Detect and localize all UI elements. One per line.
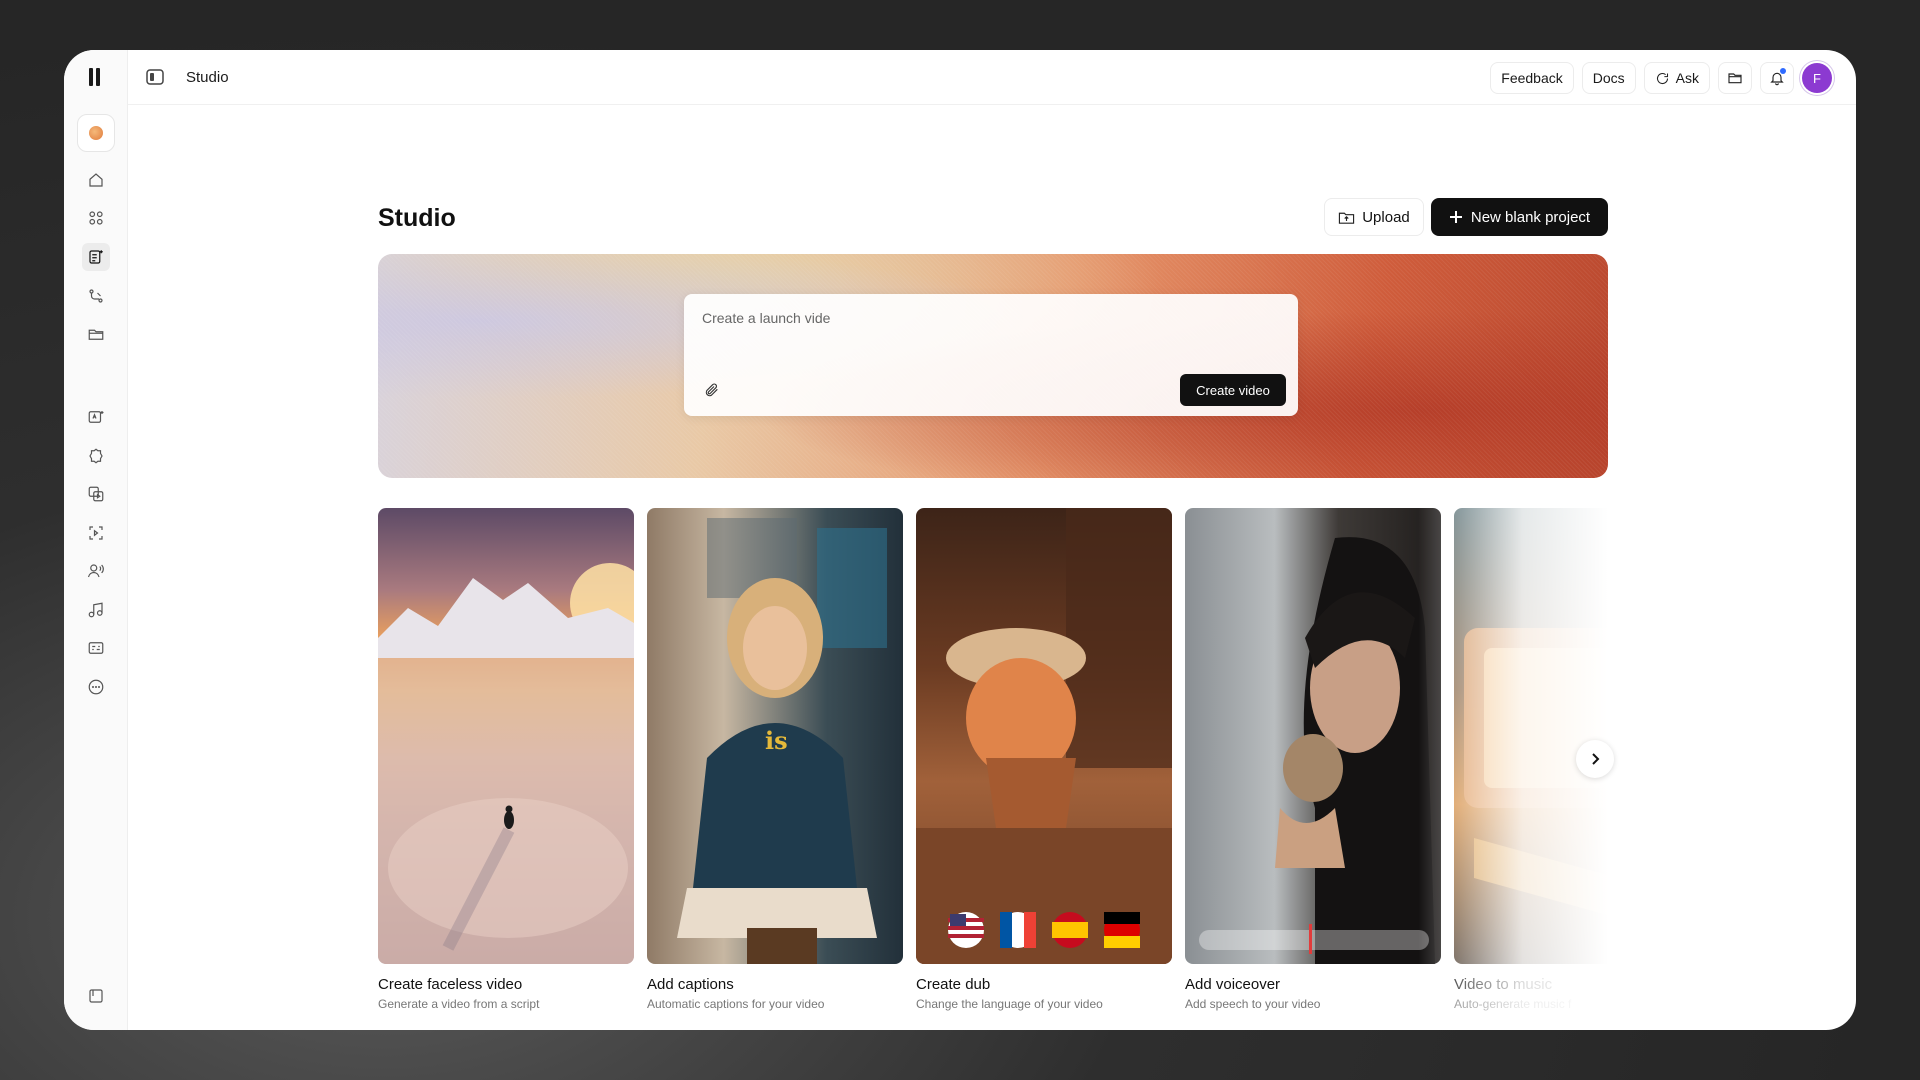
user-avatar[interactable]: F [1802,63,1832,93]
sidebar-captions-icon[interactable] [82,634,110,662]
ask-button[interactable]: Ask [1643,62,1710,94]
card-title: Create dub [916,976,991,993]
logo-icon[interactable] [89,68,103,86]
card-subtitle: Auto-generate music f [1454,997,1572,1011]
top-bar: Studio Feedback Docs Ask F [128,50,1856,105]
sidebar-music-icon[interactable] [82,596,110,624]
card-thumbnail [1185,508,1441,964]
ask-icon [1656,72,1668,84]
workspace-switcher[interactable] [77,114,115,152]
notifications-button[interactable] [1760,62,1794,94]
app-window: Studio Feedback Docs Ask F Studio Upload… [64,50,1856,1030]
upload-label: Upload [1362,208,1410,226]
sidebar-folder-icon[interactable] [82,320,110,348]
plus-icon [1449,211,1462,223]
card-title: Video to music [1454,976,1553,993]
sidebar-media-copy-icon[interactable] [82,480,110,508]
card-create-faceless-video[interactable]: Create faceless video Generate a video f… [378,508,634,1011]
chevron-right-icon [1592,753,1600,765]
new-project-label: New blank project [1470,208,1591,226]
card-subtitle: Automatic captions for your video [647,997,825,1011]
ask-label: Ask [1675,70,1699,86]
notification-dot [1780,68,1786,74]
sidebar-flow-icon[interactable] [82,282,110,310]
create-video-button[interactable]: Create video [1180,374,1286,406]
sidebar-studio-icon[interactable] [82,243,110,271]
sidebar-text-to-image-icon[interactable] [82,403,110,431]
carousel-next-button[interactable] [1576,740,1614,778]
sidebar-grid-icon[interactable] [82,204,110,232]
card-create-dub[interactable]: Create dub Change the language of your v… [916,508,1172,1011]
upload-button[interactable]: Upload [1324,198,1424,236]
card-add-voiceover[interactable]: Add voiceover Add speech to your video [1185,508,1441,1011]
sidebar-home-icon[interactable] [82,166,110,194]
template-carousel: Create faceless video Generate a video f… [378,508,1608,1018]
feedback-button[interactable]: Feedback [1490,62,1574,94]
card-thumbnail [1454,508,1608,964]
caption-overlay: is [765,726,788,755]
card-add-captions[interactable]: is Add captions Automatic captions for y… [647,508,903,1011]
prompt-box[interactable]: Create a launch vide Create video [684,294,1298,416]
docs-button[interactable]: Docs [1581,62,1636,94]
breadcrumb-title: Studio [186,69,229,86]
card-title: Add voiceover [1185,976,1281,993]
feedback-label: Feedback [1501,70,1563,86]
sidebar-more-icon[interactable] [82,673,110,701]
sidebar-scan-icon[interactable] [82,519,110,547]
card-thumbnail [916,508,1172,964]
card-thumbnail [378,508,634,964]
prompt-input[interactable]: Create a launch vide [702,310,830,326]
attach-icon[interactable] [704,382,720,398]
card-thumbnail: is [647,508,903,964]
panel-toggle-icon[interactable] [146,69,164,85]
workspace-avatar [89,126,103,140]
card-subtitle: Change the language of your video [916,997,1103,1011]
sidebar [64,50,128,1030]
card-subtitle: Add speech to your video [1185,997,1321,1011]
page-title: Studio [378,204,456,232]
card-title: Add captions [647,976,734,993]
upload-folder-icon [1339,212,1355,224]
card-subtitle: Generate a video from a script [378,997,540,1011]
sidebar-panel-icon[interactable] [82,982,110,1010]
folder-icon [1728,73,1742,84]
docs-label: Docs [1592,70,1625,86]
sidebar-voice-icon[interactable] [82,557,110,585]
files-button[interactable] [1718,62,1752,94]
card-title: Create faceless video [378,976,523,993]
new-blank-project-button[interactable]: New blank project [1431,198,1608,236]
sidebar-badge-icon[interactable] [82,442,110,470]
top-actions: Feedback Docs Ask F [1490,62,1832,94]
prompt-hero: Create a launch vide Create video [378,254,1608,478]
